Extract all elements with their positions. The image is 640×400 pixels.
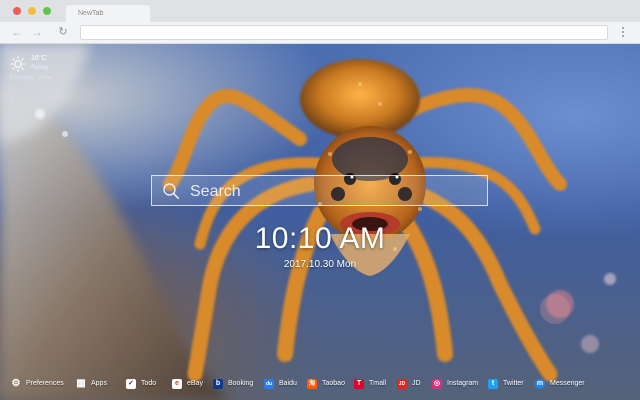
back-arrow-icon[interactable]: ← [10, 25, 24, 39]
search-icon[interactable] [162, 182, 180, 200]
dock-label: Taobao [322, 380, 345, 387]
twitter-icon: t [488, 379, 498, 389]
close-window-button[interactable] [13, 7, 21, 15]
weather-location: Chongqing , China [10, 75, 52, 81]
tmall-icon: T [354, 379, 364, 389]
bottom-dock: ⚙ Preferences ▦ Apps ✓ Todo e eBay b Boo… [0, 373, 640, 395]
dock-label: Instagram [447, 380, 479, 387]
dock-label: JD [412, 380, 421, 387]
sun-icon [10, 56, 26, 72]
jd-icon: JD [397, 379, 407, 389]
ebay-icon: e [172, 379, 182, 389]
dock-label: Booking [228, 380, 254, 387]
booking-icon: b [213, 379, 223, 389]
apps-grid-icon: ▦ [76, 378, 86, 389]
baidu-icon: du [264, 379, 274, 389]
dock-label: Apps [91, 380, 107, 387]
forward-arrow-icon[interactable]: → [30, 25, 44, 39]
dock-label: Messenger [550, 380, 585, 387]
browser-menu-icon[interactable] [621, 27, 625, 39]
dock-label: Preferences [26, 380, 64, 387]
search-box[interactable] [151, 175, 488, 207]
instagram-icon: ◎ [432, 379, 442, 389]
dock-label: Baidu [279, 380, 297, 387]
browser-window: NewTab ← → ↻ 16°C Sunny Chongqing , Chin… [0, 0, 640, 400]
temperature-text: 16°C [31, 55, 47, 62]
address-bar[interactable] [80, 25, 608, 40]
reload-icon[interactable]: ↻ [56, 25, 70, 39]
weather-widget[interactable]: 16°C Sunny Chongqing , China [10, 54, 70, 84]
clock-time: 10:10 AM [254, 222, 386, 255]
taobao-icon: 淘 [307, 379, 317, 389]
title-bar: NewTab [0, 0, 640, 22]
todo-check-icon: ✓ [126, 379, 136, 389]
clock-date: 2017.10.30 Mon [283, 259, 357, 270]
weather-condition: Sunny [31, 65, 49, 71]
dock-label: Todo [141, 380, 157, 387]
dock-label: Tmall [369, 380, 387, 387]
gear-icon: ⚙ [11, 378, 21, 389]
browser-toolbar: ← → ↻ [0, 22, 640, 44]
dock-label: Twitter [503, 380, 524, 387]
minimize-window-button[interactable] [28, 7, 36, 15]
tab-newtab[interactable]: NewTab [66, 5, 150, 22]
maximize-window-button[interactable] [43, 7, 51, 15]
dock-label: eBay [187, 380, 203, 387]
messenger-icon: m [535, 379, 545, 389]
search-input[interactable] [188, 176, 482, 207]
